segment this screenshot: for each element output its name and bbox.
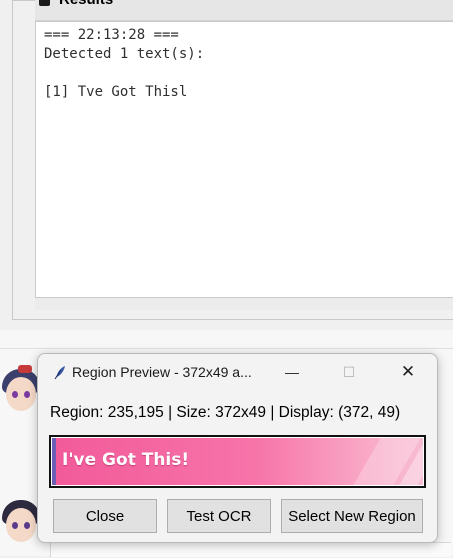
dialog-titlebar[interactable]: Region Preview - 372x49 a... — ☐ ✕ (38, 354, 437, 390)
region-preview: I've Got This! (49, 435, 426, 488)
region-info-label: Region: 235,195 | Size: 372x49 | Display… (50, 404, 401, 421)
pin-icon (39, 0, 50, 6)
select-new-region-button[interactable]: Select New Region (281, 499, 423, 533)
results-title: Results (59, 0, 113, 8)
results-line: === 22:13:28 === (44, 27, 179, 43)
test-ocr-button[interactable]: Test OCR (167, 499, 271, 533)
maximize-button[interactable]: ☐ (326, 354, 372, 390)
results-line: Detected 1 text(s): (44, 46, 205, 62)
minimize-button[interactable]: — (269, 354, 315, 390)
preview-image: I've Got This! (52, 438, 423, 485)
results-line: [1] Tve Got Thisl (44, 84, 188, 100)
background-panel (50, 542, 451, 557)
results-line (44, 64, 453, 83)
results-textbox[interactable]: === 22:13:28 === Detected 1 text(s): [1]… (35, 21, 453, 298)
avatar (0, 365, 42, 427)
dialog-title: Region Preview - 372x49 a... (72, 364, 252, 380)
preview-caption: I've Got This! (62, 450, 190, 470)
results-header: Results (35, 0, 453, 21)
divider (0, 348, 453, 349)
close-button[interactable]: Close (53, 499, 157, 533)
avatar (0, 496, 42, 558)
close-window-button[interactable]: ✕ (385, 354, 431, 390)
results-scroll-area (35, 298, 453, 310)
feather-icon (52, 364, 68, 380)
region-preview-dialog: Region Preview - 372x49 a... — ☐ ✕ Regio… (37, 353, 438, 543)
